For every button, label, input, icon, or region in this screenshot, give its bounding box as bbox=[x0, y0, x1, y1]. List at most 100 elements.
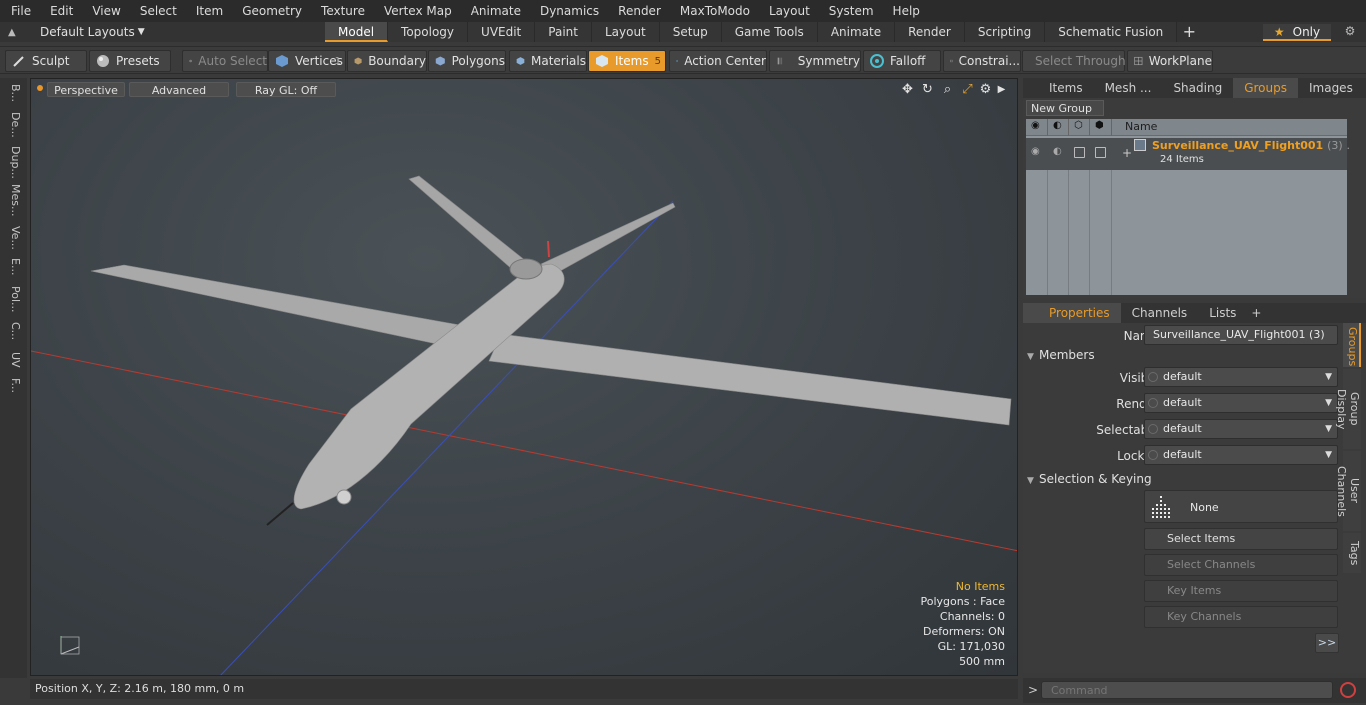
left-tab-polygon[interactable]: Pol... bbox=[4, 286, 22, 313]
menu-render[interactable]: Render bbox=[607, 0, 669, 22]
row-lock-checkbox[interactable] bbox=[1074, 147, 1085, 158]
viewport-settings-icon[interactable]: ⚙ bbox=[978, 82, 993, 97]
selectable-select[interactable]: default ▼ bbox=[1144, 419, 1338, 439]
visible-select[interactable]: default ▼ bbox=[1144, 367, 1338, 387]
menu-animate[interactable]: Animate bbox=[460, 0, 529, 22]
tab-shading[interactable]: Shading bbox=[1162, 78, 1233, 98]
boundary-button[interactable]: Boundary bbox=[347, 50, 427, 72]
vertices-button[interactable]: Vertices 1 bbox=[268, 50, 346, 72]
render-column-header[interactable]: ◐ bbox=[1048, 119, 1069, 136]
tab-channels[interactable]: Channels bbox=[1121, 303, 1199, 323]
move-view-icon[interactable]: ✥ bbox=[900, 82, 915, 97]
select-channels-button[interactable]: Select Channels bbox=[1144, 554, 1338, 576]
record-icon[interactable] bbox=[1340, 682, 1356, 698]
command-input[interactable] bbox=[1041, 681, 1333, 699]
tab-animate[interactable]: Animate bbox=[817, 22, 896, 42]
menu-edit[interactable]: Edit bbox=[39, 0, 81, 22]
3d-viewport[interactable]: Perspective Advanced Ray GL: Off ✥ ↻ ⌕ ⤢… bbox=[30, 78, 1018, 676]
menu-dynamics[interactable]: Dynamics bbox=[529, 0, 607, 22]
tab-topology[interactable]: Topology bbox=[388, 22, 469, 42]
falloff-button[interactable]: Falloff bbox=[863, 50, 941, 72]
select-through-button[interactable]: Select Through bbox=[1022, 50, 1126, 72]
menu-view[interactable]: View bbox=[81, 0, 128, 22]
menu-vertex-map[interactable]: Vertex Map bbox=[373, 0, 460, 22]
perspective-button[interactable]: Perspective bbox=[47, 82, 125, 97]
left-tab-mesh-edit[interactable]: Mes... bbox=[4, 184, 22, 216]
collapse-up-icon[interactable]: ▲ bbox=[8, 27, 26, 38]
auto-select-button[interactable]: Auto Select bbox=[182, 50, 268, 72]
only-button[interactable]: ★ Only bbox=[1263, 24, 1331, 41]
menu-select[interactable]: Select bbox=[129, 0, 185, 22]
visibility-column-header[interactable]: ◉ bbox=[1026, 119, 1048, 136]
left-tab-basic[interactable]: B... bbox=[4, 84, 22, 102]
tab-schematic-fusion[interactable]: Schematic Fusion bbox=[1045, 22, 1178, 42]
add-tab-icon[interactable]: + bbox=[1177, 22, 1201, 42]
materials-button[interactable]: Materials bbox=[509, 50, 587, 72]
rotate-view-icon[interactable]: ↻ bbox=[920, 82, 935, 97]
menu-file[interactable]: File bbox=[0, 0, 39, 22]
left-tab-duplicate[interactable]: Dup... bbox=[4, 146, 22, 179]
tab-properties[interactable]: Properties bbox=[1023, 303, 1121, 323]
sculpt-button[interactable]: Sculpt bbox=[5, 50, 87, 72]
items-button[interactable]: Items 5 bbox=[588, 50, 666, 72]
tab-images[interactable]: Images bbox=[1298, 78, 1364, 98]
tab-lists[interactable]: Lists bbox=[1198, 303, 1247, 323]
expand-plus-icon[interactable]: + bbox=[1122, 146, 1132, 160]
layout-selector[interactable]: ▲ Default Layouts ▼ bbox=[8, 22, 145, 42]
menu-texture[interactable]: Texture bbox=[310, 0, 373, 22]
menu-layout[interactable]: Layout bbox=[758, 0, 818, 22]
polygons-button[interactable]: Polygons bbox=[428, 50, 506, 72]
vtab-tags[interactable]: Tags bbox=[1343, 533, 1361, 573]
key-items-button[interactable]: Key Items bbox=[1144, 580, 1338, 602]
row-eye-icon[interactable]: ◉ bbox=[1031, 146, 1040, 157]
tab-mesh[interactable]: Mesh ... bbox=[1094, 78, 1163, 98]
symmetry-button[interactable]: Symmetry bbox=[769, 50, 861, 72]
group-name[interactable]: Surveillance_UAV_Flight001 (3) ... bbox=[1152, 139, 1357, 152]
left-tab-edge[interactable]: E... bbox=[4, 258, 22, 275]
tab-groups[interactable]: Groups bbox=[1233, 78, 1298, 98]
select-items-button[interactable]: Select Items bbox=[1144, 528, 1338, 550]
menu-maxtomodo[interactable]: MaxToModo bbox=[669, 0, 758, 22]
groups-scrollbar[interactable] bbox=[1349, 119, 1363, 295]
scene-canvas[interactable] bbox=[31, 79, 1018, 676]
zoom-view-icon[interactable]: ⌕ bbox=[940, 82, 955, 97]
add-props-tab-icon[interactable]: + bbox=[1247, 303, 1265, 323]
tab-layout[interactable]: Layout bbox=[591, 22, 660, 42]
menu-geometry[interactable]: Geometry bbox=[231, 0, 310, 22]
workplane-button[interactable]: WorkPlane bbox=[1127, 50, 1213, 72]
left-tab-vertex[interactable]: Ve... bbox=[4, 226, 22, 250]
group-row[interactable]: ◉ ◐ + Surveillance_UAV_Flight001 (3) ...… bbox=[1026, 138, 1357, 170]
tab-uvedit[interactable]: UVEdit bbox=[468, 22, 536, 42]
vtab-group-display[interactable]: Group Display bbox=[1335, 369, 1361, 449]
menu-system[interactable]: System bbox=[818, 0, 882, 22]
none-button[interactable]: None bbox=[1144, 490, 1338, 523]
lock-column-header[interactable]: ⬡ bbox=[1069, 119, 1090, 136]
tab-paint[interactable]: Paint bbox=[535, 22, 592, 42]
raygl-button[interactable]: Ray GL: Off bbox=[236, 82, 336, 97]
left-tab-deform[interactable]: De... bbox=[4, 112, 22, 138]
constraints-button[interactable]: Constrai... bbox=[943, 50, 1021, 72]
left-tab-curve[interactable]: C... bbox=[4, 322, 22, 340]
gear-icon[interactable]: ⚙ bbox=[1342, 24, 1358, 40]
name-column-header[interactable]: Name bbox=[1125, 120, 1157, 133]
left-tab-fusion[interactable]: F... bbox=[4, 378, 22, 393]
key-channels-button[interactable]: Key Channels bbox=[1144, 606, 1338, 628]
tab-game-tools[interactable]: Game Tools bbox=[721, 22, 818, 42]
render-select[interactable]: default ▼ bbox=[1144, 393, 1338, 413]
advanced-button[interactable]: Advanced bbox=[129, 82, 229, 97]
viewport-menu-arrow-icon[interactable]: ▶ bbox=[994, 82, 1009, 97]
new-group-button[interactable]: New Group bbox=[1026, 100, 1104, 116]
tab-items[interactable]: Items bbox=[1023, 78, 1094, 98]
maximize-view-icon[interactable]: ⤢ bbox=[960, 82, 975, 97]
menu-item[interactable]: Item bbox=[185, 0, 231, 22]
more-button[interactable]: >> bbox=[1315, 633, 1339, 653]
vtab-user-channels[interactable]: User Channels bbox=[1335, 451, 1361, 531]
row-select-checkbox[interactable] bbox=[1095, 147, 1106, 158]
locked-select[interactable]: default ▼ bbox=[1144, 445, 1338, 465]
members-section[interactable]: ▼ Members bbox=[1027, 348, 1095, 364]
left-tab-uv[interactable]: UV bbox=[4, 352, 22, 368]
row-render-icon[interactable]: ◐ bbox=[1053, 146, 1062, 157]
menu-help[interactable]: Help bbox=[882, 0, 928, 22]
presets-button[interactable]: Presets bbox=[89, 50, 171, 72]
name-field[interactable]: Surveillance_UAV_Flight001 (3) bbox=[1144, 325, 1338, 345]
